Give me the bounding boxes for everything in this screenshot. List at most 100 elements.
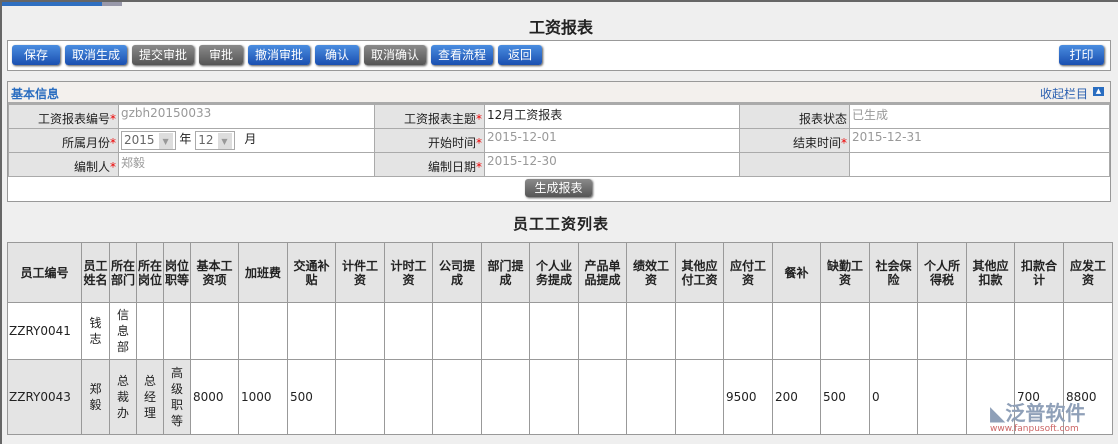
toolbar-button[interactable]: 保存 [12,45,60,65]
progress-bar-track [102,2,122,6]
end-field[interactable]: 2015-12-31 [849,128,1110,153]
month-unit: 月 [244,132,257,146]
column-header: 个人所得税 [917,242,967,303]
generate-report-button[interactable]: 生成报表 [525,179,592,197]
column-header: 绩效工资 [626,242,676,303]
column-header: 产品单品提成 [578,242,627,303]
watermark-logo: ◣泛普软件 www.fanpusoft.com [990,401,1086,434]
toolbar-button[interactable]: 返回 [498,45,542,65]
table-cell: 1000 [238,359,288,435]
print-button[interactable]: 打印 [1059,45,1104,65]
year-unit: 年 [179,132,192,146]
table-cell [723,302,773,360]
table-cell [1014,302,1064,360]
table-cell [1063,302,1113,360]
column-header: 部门提成 [481,242,530,303]
page-title: 工资报表 [528,18,593,37]
month-select[interactable]: 12 ▼ [195,131,235,150]
table-cell: 200 [772,359,821,435]
column-header: 岗位职等 [163,242,191,303]
table-cell [190,302,239,360]
end-label: 结束时间 [792,136,841,150]
table-cell: ZZRY0043 [7,359,82,435]
toolbar-button[interactable]: 撤消审批 [248,45,310,65]
table-cell [529,359,579,435]
column-header: 所在部门 [109,242,137,303]
table-cell: 信息部 [109,302,137,360]
table-cell [432,359,482,435]
table-cell [578,302,627,360]
salary-table: 员工编号 员工姓名 所在部门 所在岗位 岗位职等 基本工资项 加班费 交通补贴 计件工资 计时工资… [7,242,1113,435]
column-header: 基本工资项 [190,242,239,303]
subject-label: 工资报表主题 [403,112,476,126]
column-header: 餐补 [772,242,821,303]
author-label: 编制人 [73,160,110,174]
start-field[interactable]: 2015-12-01 [484,128,740,153]
column-header: 公司提成 [432,242,482,303]
column-header: 计时工资 [384,242,433,303]
column-header: 个人业务提成 [529,242,579,303]
column-header: 应付工资 [723,242,773,303]
list-title: 员工工资列表 [512,215,609,233]
column-header: 交通补贴 [287,242,336,303]
table-cell [675,359,724,435]
column-header: 缺勤工资 [820,242,870,303]
start-label: 开始时间 [427,136,476,150]
date-field[interactable]: 2015-12-30 [484,152,740,177]
table-cell [238,302,288,360]
column-header: 社会保险 [869,242,918,303]
column-header: 其他应付工资 [675,242,724,303]
table-cell [869,302,918,360]
column-header: 计件工资 [335,242,385,303]
table-cell [481,359,530,435]
table-cell [578,359,627,435]
column-header: 所在岗位 [136,242,164,303]
column-header: 加班费 [238,242,288,303]
table-cell [335,359,385,435]
collapse-link[interactable]: 收起栏目 [1040,85,1088,102]
status-value: 已生成 [849,104,1110,129]
table-cell: 9500 [723,359,773,435]
year-select[interactable]: 2015 ▼ [121,131,176,150]
table-cell [917,359,967,435]
date-label: 编制日期 [427,160,476,174]
toolbar-button[interactable]: 取消生成 [65,45,127,65]
column-header: 应发工资 [1063,242,1113,303]
table-cell: 500 [287,359,336,435]
toolbar-button[interactable]: 取消确认 [364,45,426,65]
toolbar-button[interactable]: 提交审批 [132,45,194,65]
toolbar-button[interactable]: 审批 [199,45,243,65]
toolbar-button[interactable]: 确认 [315,45,359,65]
table-cell [917,302,967,360]
toolbar: 打印 保存 取消生成 提交审批 审批 撤消审批 确认 取消确认 查看流程 返回 [7,40,1111,71]
table-cell [772,302,821,360]
table-cell: 总裁办 [109,359,137,435]
table-cell [675,302,724,360]
table-cell [136,302,164,360]
report-no-field[interactable]: gzbh20150033 [118,104,375,129]
chevron-down-icon: ▼ [158,133,173,149]
author-field[interactable]: 郑毅 [118,152,375,177]
table-cell: 8000 [190,359,239,435]
table-cell [384,302,433,360]
table-cell: ZZRY0041 [7,302,82,360]
month-label: 所属月份 [61,136,110,150]
status-label: 报表状态 [739,104,850,129]
subject-field[interactable]: 12月工资报表 [484,104,740,129]
table-cell [163,302,191,360]
table-cell: 500 [820,359,870,435]
table-cell [287,302,336,360]
table-cell [529,302,579,360]
table-row[interactable]: ZZRY0043 郑毅 总裁办 总经理 高级职等 8000 1000 500 9500 200 50… [7,359,1113,435]
column-header: 员工姓名 [81,242,110,303]
table-cell [626,359,676,435]
collapse-up-icon[interactable]: ▲ [1093,87,1104,96]
table-row[interactable]: ZZRY0041 钱志 信息部 [7,302,1113,360]
toolbar-button[interactable]: 查看流程 [431,45,493,65]
table-cell: 高级职等 [163,359,191,435]
table-cell [626,302,676,360]
column-header: 其他应扣款 [966,242,1015,303]
table-cell [335,302,385,360]
table-cell: 总经理 [136,359,164,435]
column-header: 扣款合计 [1014,242,1064,303]
